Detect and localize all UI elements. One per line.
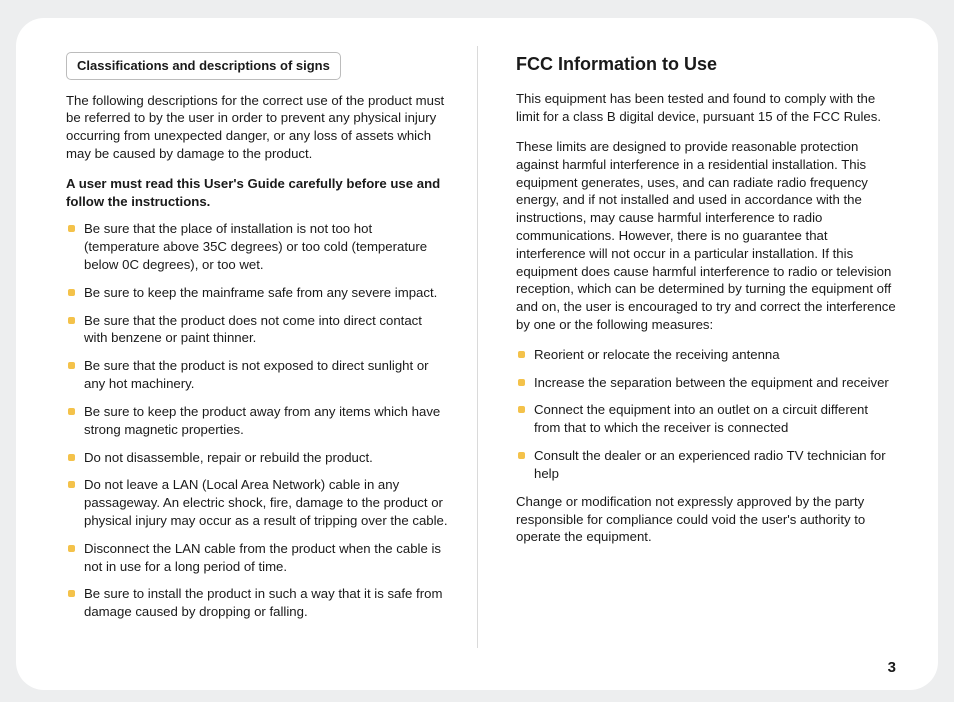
fcc-paragraph-3: Change or modification not expressly app…	[516, 493, 898, 546]
column-divider	[477, 46, 478, 648]
fcc-paragraph-2: These limits are designed to provide rea…	[516, 138, 898, 334]
classifications-heading: Classifications and descriptions of sign…	[66, 52, 341, 80]
fcc-bullet-list: Reorient or relocate the receiving anten…	[516, 346, 898, 483]
safety-bullet-list: Be sure that the place of installation i…	[66, 220, 448, 621]
list-item: Be sure to keep the mainframe safe from …	[68, 284, 448, 302]
fcc-title: FCC Information to Use	[516, 52, 898, 76]
list-item: Disconnect the LAN cable from the produc…	[68, 540, 448, 576]
intro-paragraph: The following descriptions for the corre…	[66, 92, 448, 163]
list-item: Be sure to keep the product away from an…	[68, 403, 448, 439]
document-page: Classifications and descriptions of sign…	[16, 18, 938, 690]
left-column: Classifications and descriptions of sign…	[66, 52, 482, 668]
list-item: Consult the dealer or an experienced rad…	[518, 447, 898, 483]
right-column: FCC Information to Use This equipment ha…	[482, 52, 898, 668]
list-item: Be sure that the product does not come i…	[68, 312, 448, 348]
list-item: Increase the separation between the equi…	[518, 374, 898, 392]
fcc-paragraph-1: This equipment has been tested and found…	[516, 90, 898, 126]
list-item: Connect the equipment into an outlet on …	[518, 401, 898, 437]
list-item: Be sure to install the product in such a…	[68, 585, 448, 621]
list-item: Be sure that the product is not exposed …	[68, 357, 448, 393]
list-item: Do not disassemble, repair or rebuild th…	[68, 449, 448, 467]
page-number: 3	[888, 659, 896, 676]
list-item: Do not leave a LAN (Local Area Network) …	[68, 476, 448, 529]
list-item: Reorient or relocate the receiving anten…	[518, 346, 898, 364]
list-item: Be sure that the place of installation i…	[68, 220, 448, 273]
bold-note: A user must read this User's Guide caref…	[66, 175, 448, 211]
